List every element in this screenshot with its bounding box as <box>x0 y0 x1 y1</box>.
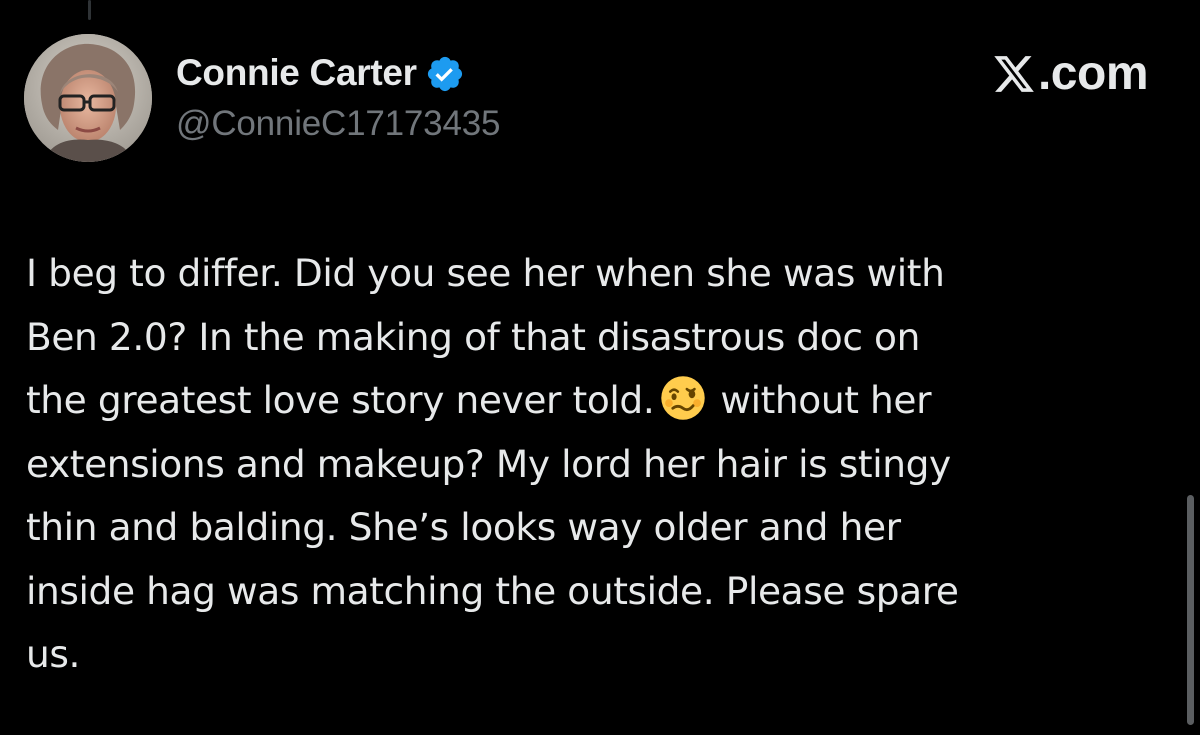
tweet-line-segment: without her <box>720 378 932 422</box>
author-display-name[interactable]: Connie Carter <box>176 52 417 94</box>
tweet-text: I beg to differ. Did you see her when sh… <box>26 242 1156 687</box>
tweet-line: I beg to differ. Did you see her when sh… <box>26 251 945 295</box>
thread-connector-line <box>88 0 91 20</box>
tweet-line-segment: the greatest love story never told. <box>26 378 655 422</box>
tweet-line: inside hag was matching the outside. Ple… <box>26 568 959 613</box>
avatar[interactable] <box>24 34 152 162</box>
woozy-face-emoji <box>661 376 706 420</box>
verified-badge-icon <box>427 56 462 92</box>
tweet-line: us. <box>26 632 81 676</box>
tweet-line-with-emoji: the greatest love story never told. with… <box>26 369 1156 433</box>
x-logo-icon <box>994 55 1034 92</box>
tweet-line: extensions and makeup? My lord her hair … <box>26 441 951 486</box>
tweet-line: Ben 2.0? In the making of that disastrou… <box>26 314 920 359</box>
brand-domain-label: .com <box>1037 47 1149 100</box>
brand-watermark: .com <box>992 46 1149 101</box>
author-handle[interactable]: @ConnieC17173435 <box>176 104 500 144</box>
tweet-line: thin and balding. She’s looks way older … <box>26 505 901 549</box>
profile-photo <box>24 34 152 162</box>
author-name-row: Connie Carter <box>176 50 465 96</box>
scrollbar-thumb[interactable] <box>1187 495 1194 725</box>
